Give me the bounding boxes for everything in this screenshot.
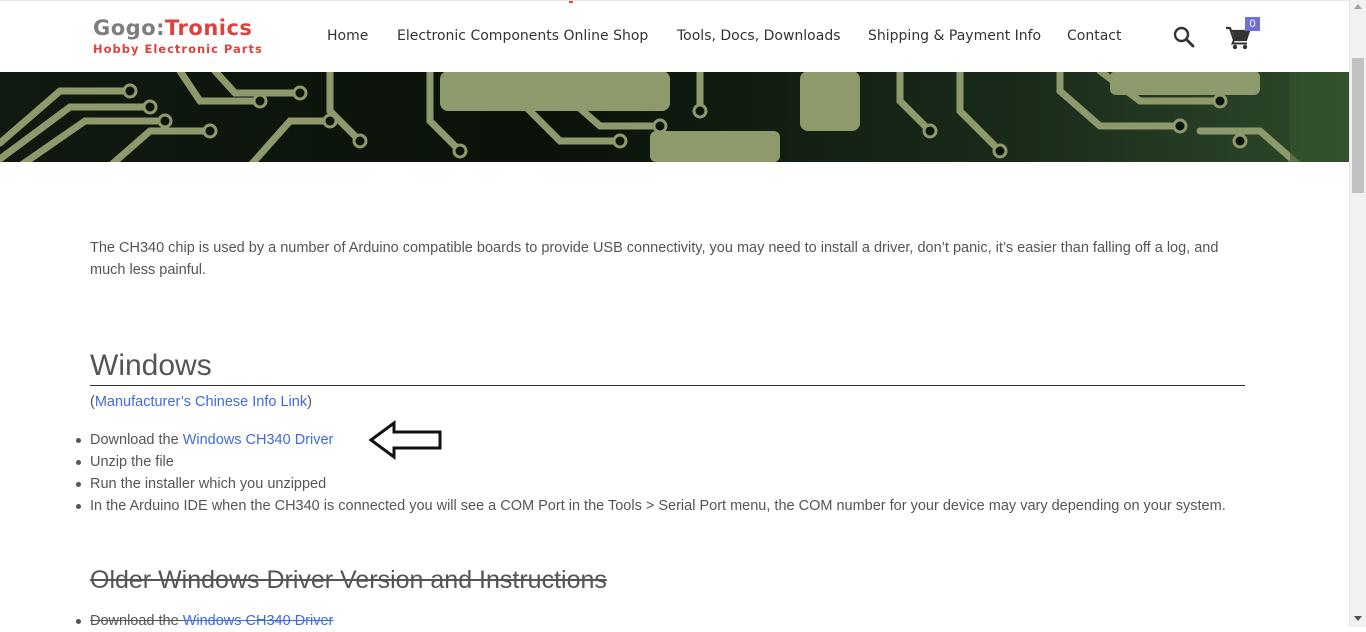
list-item: Run the installer which you unzipped: [76, 473, 1240, 495]
page-scrollbar[interactable]: [1349, 0, 1366, 627]
circuit-board-banner: [0, 71, 1349, 162]
list-item: Download the Windows CH340 Driver: [75, 610, 333, 632]
cart-count-badge: 0: [1245, 17, 1260, 31]
left-arrow-annotation-icon: [368, 420, 442, 460]
site-header: Gogo:Tronics Hobby Electronic Parts Home…: [0, 0, 1349, 72]
windows-driver-download-link[interactable]: Windows CH340 Driver: [183, 432, 334, 448]
top-accent-mark: [569, 1, 573, 3]
older-steps-list: Download the Windows CH340 Driver: [75, 610, 333, 632]
manufacturer-info-link[interactable]: Manufacturer’s Chinese Info Link: [95, 394, 307, 410]
circuit-board-image: [0, 71, 1349, 162]
nav-shop[interactable]: Electronic Components Online Shop: [397, 28, 648, 44]
logo-tagline: Hobby Electronic Parts: [93, 42, 263, 56]
nav-shipping-payment[interactable]: Shipping & Payment Info: [868, 28, 1041, 44]
windows-steps-list: Download the Windows CH340 Driver Unzip …: [76, 429, 1240, 517]
manufacturer-info: (Manufacturer’s Chinese Info Link): [90, 394, 312, 410]
older-windows-heading: Older Windows Driver Version and Instruc…: [90, 566, 607, 594]
intro-paragraph: The CH340 chip is used by a number of Ar…: [90, 240, 1219, 278]
nav-tools-docs-downloads[interactable]: Tools, Docs, Downloads: [677, 28, 841, 44]
list-item: In the Arduino IDE when the CH340 is con…: [76, 495, 1240, 517]
nav-home[interactable]: Home: [327, 28, 368, 44]
windows-heading: Windows: [90, 347, 1245, 386]
site-logo[interactable]: Gogo:Tronics Hobby Electronic Parts: [93, 16, 263, 56]
list-item: Unzip the file: [76, 451, 1240, 473]
scroll-up-arrow-icon[interactable]: [1354, 4, 1362, 9]
scrollbar-thumb[interactable]: [1352, 58, 1364, 193]
search-icon[interactable]: [1172, 25, 1196, 49]
nav-contact[interactable]: Contact: [1067, 28, 1121, 44]
list-item: Download the Windows CH340 Driver: [76, 429, 1240, 451]
logo-text: Gogo:Tronics: [93, 16, 253, 40]
scroll-down-arrow-icon[interactable]: [1354, 616, 1362, 621]
